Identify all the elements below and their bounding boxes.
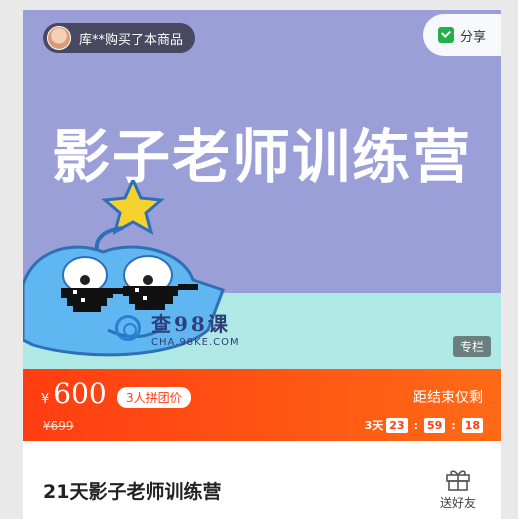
countdown-timer: 3天 23 : 59 : 18 bbox=[365, 417, 483, 433]
course-title: 21天影子老师训练营 bbox=[43, 481, 222, 503]
countdown-days: 3天 bbox=[364, 419, 384, 432]
original-price: ¥699 bbox=[43, 419, 74, 433]
share-icon bbox=[437, 27, 454, 43]
gift-to-friend-button[interactable]: 送好友 bbox=[433, 467, 483, 511]
countdown-separator: : bbox=[413, 418, 418, 432]
watermark-logo-icon bbox=[115, 315, 141, 341]
countdown-seconds: 18 bbox=[461, 417, 483, 433]
group-buy-badge: 3人拼团价 bbox=[117, 387, 191, 408]
price-amount: 600 bbox=[53, 377, 107, 410]
countdown-label: 距结束仅剩 bbox=[413, 390, 483, 406]
countdown-minutes: 59 bbox=[423, 417, 446, 433]
watermark-en: CHA.98KE.COM bbox=[151, 337, 240, 348]
share-button[interactable]: 分享 bbox=[423, 14, 501, 56]
watermark-cn: 查98课 bbox=[151, 312, 231, 336]
column-tag: 专栏 bbox=[453, 336, 492, 357]
countdown-hours: 23 bbox=[386, 417, 408, 433]
star-icon bbox=[101, 180, 165, 236]
product-info: 21天影子老师训练营 送好友 bbox=[23, 441, 501, 519]
currency-symbol: ¥ bbox=[41, 392, 50, 407]
share-label: 分享 bbox=[459, 29, 486, 45]
product-page: 库**购买了本商品 分享 影子老师训练营 查98课 CHA.98KE.COM 专… bbox=[23, 10, 501, 519]
buyer-notice-text: 库**购买了本商品 bbox=[79, 32, 184, 48]
recent-buyer-notice: 库**购买了本商品 bbox=[43, 23, 196, 53]
gift-icon bbox=[446, 470, 470, 491]
product-banner: 库**购买了本商品 分享 影子老师训练营 查98课 CHA.98KE.COM 专… bbox=[23, 10, 501, 369]
watermark: 查98课 CHA.98KE.COM bbox=[115, 308, 240, 348]
avatar bbox=[47, 26, 71, 50]
price-bar: ¥ 600 3人拼团价 ¥699 距结束仅剩 3天 23 : 59 : 18 bbox=[23, 369, 501, 441]
gift-label: 送好友 bbox=[439, 496, 476, 510]
price: ¥ 600 bbox=[41, 377, 107, 410]
countdown-separator: : bbox=[451, 418, 456, 432]
